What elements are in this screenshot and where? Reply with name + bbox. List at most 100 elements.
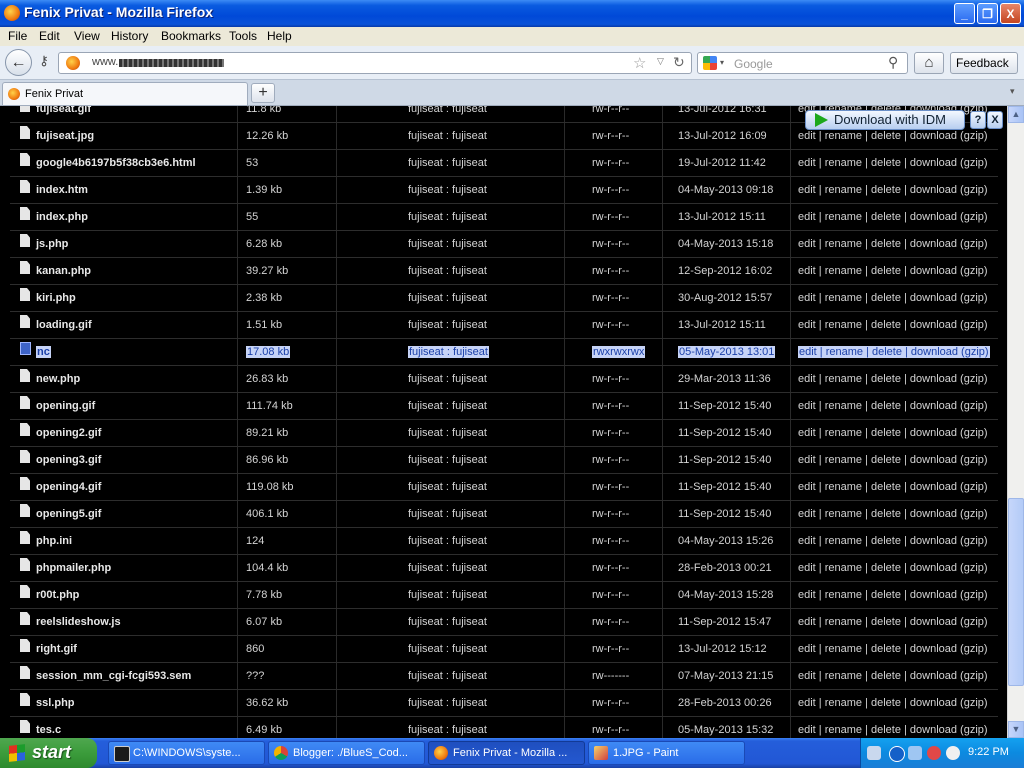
vertical-scrollbar[interactable]: ▲ ▼ [1007, 106, 1024, 738]
search-engine-dropdown-icon[interactable]: ▾ [720, 58, 724, 67]
file-name-link[interactable]: opening4.gif [36, 481, 101, 493]
search-placeholder[interactable]: Google [734, 57, 773, 71]
menu-file[interactable]: File [8, 29, 27, 43]
close-button[interactable]: X [1000, 3, 1021, 24]
file-name-link[interactable]: opening2.gif [36, 427, 101, 439]
download-with-idm-button[interactable]: Download with IDM [805, 110, 965, 130]
file-actions-links[interactable]: edit | rename | delete | download (gzip) [798, 454, 988, 466]
file-name-link[interactable]: index.htm [36, 184, 88, 196]
file-name-link[interactable]: right.gif [36, 643, 77, 655]
table-row[interactable]: r00t.php 7.78 kb fujiseat : fujiseat rw-r--… [10, 582, 998, 609]
file-name-link[interactable]: fujiseat.gif [36, 106, 91, 115]
file-permissions-link[interactable]: rw------- [592, 670, 629, 682]
file-permissions-link[interactable]: rw-r--r-- [592, 643, 629, 655]
new-tab-button[interactable]: + [251, 83, 275, 103]
menu-tools[interactable]: Tools [229, 29, 257, 43]
file-name-link[interactable]: new.php [36, 373, 80, 385]
scrollbar-thumb[interactable] [1008, 498, 1024, 686]
table-row[interactable]: loading.gif 1.51 kb fujiseat : fujiseat rw-… [10, 312, 998, 339]
file-permissions-link[interactable]: rwxrwxrwx [592, 346, 646, 358]
maximize-button[interactable]: ❐ [977, 3, 998, 24]
file-actions-links[interactable]: edit | rename | delete | download (gzip) [798, 670, 988, 682]
file-actions-links[interactable]: edit | rename | delete | download (gzip) [798, 292, 988, 304]
file-permissions-link[interactable]: rw-r--r-- [592, 562, 629, 574]
start-button[interactable]: start [0, 738, 97, 768]
file-name-link[interactable]: ssl.php [36, 697, 75, 709]
menu-bookmarks[interactable]: Bookmarks [161, 29, 221, 43]
file-name-link[interactable]: js.php [36, 238, 68, 250]
table-row[interactable]: tes.c 6.49 kb fujiseat : fujiseat rw-r--r--… [10, 717, 998, 738]
file-actions-links[interactable]: edit | rename | delete | download (gzip) [798, 616, 988, 628]
monitor-icon[interactable] [908, 746, 922, 760]
antivirus-icon[interactable] [927, 746, 941, 760]
file-actions-links[interactable]: edit | rename | delete | download (gzip) [798, 562, 988, 574]
file-name-link[interactable]: php.ini [36, 535, 72, 547]
scroll-down-arrow-icon[interactable]: ▼ [1008, 721, 1024, 738]
table-row[interactable]: google4b6197b5f38cb3e6.html 53 fujiseat : … [10, 150, 998, 177]
minimize-button[interactable]: _ [954, 3, 975, 24]
file-name-link[interactable]: google4b6197b5f38cb3e6.html [36, 157, 196, 169]
reload-icon[interactable]: ↻ [673, 54, 685, 71]
table-row[interactable]: opening4.gif 119.08 kb fujiseat : fujiseat… [10, 474, 998, 501]
file-permissions-link[interactable]: rw-r--r-- [592, 697, 629, 709]
table-row[interactable]: phpmailer.php 104.4 kb fujiseat : fujiseat… [10, 555, 998, 582]
file-actions-links[interactable]: edit | rename | delete | download (gzip) [798, 319, 988, 331]
file-name-link[interactable]: kanan.php [36, 265, 91, 277]
file-actions-links[interactable]: edit | rename | delete | download (gzip) [798, 427, 988, 439]
url-history-dropdown-icon[interactable]: ▽ [657, 56, 664, 67]
table-row[interactable]: kanan.php 39.27 kb fujiseat : fujiseat rw-r… [10, 258, 998, 285]
file-name-link[interactable]: tes.c [36, 724, 61, 736]
file-name-link[interactable]: opening.gif [36, 400, 95, 412]
tab-fenix-privat[interactable]: Fenix Privat [2, 82, 248, 105]
file-actions-links[interactable]: edit | rename | delete | download (gzip) [798, 481, 988, 493]
usb-icon[interactable] [867, 746, 881, 760]
google-icon[interactable] [703, 56, 717, 70]
file-actions-links[interactable]: edit | rename | delete | download (gzip) [798, 400, 988, 412]
file-permissions-link[interactable]: rw-r--r-- [592, 211, 629, 223]
table-row[interactable]: reelslideshow.js 6.07 kb fujiseat : fujise… [10, 609, 998, 636]
file-actions-links[interactable]: edit | rename | delete | download (gzip) [798, 346, 990, 358]
file-permissions-link[interactable]: rw-r--r-- [592, 265, 629, 277]
table-row[interactable]: session_mm_cgi-fcgi593.sem??? fujiseat : … [10, 663, 998, 690]
list-all-tabs-icon[interactable]: ▾ [1010, 86, 1015, 97]
table-row[interactable]: php.ini 124 fujiseat : fujiseat rw-r--r-- 04… [10, 528, 998, 555]
menu-history[interactable]: History [111, 29, 148, 43]
table-row[interactable]: js.php 6.28 kb fujiseat : fujiseat rw-r--r-… [10, 231, 998, 258]
table-row[interactable]: opening.gif 111.74 kb fujiseat : fujiseat r… [10, 393, 998, 420]
file-permissions-link[interactable]: rw-r--r-- [592, 589, 629, 601]
taskbar-button-blogger[interactable]: Blogger: ./BlueS_Cod... [268, 741, 425, 765]
file-permissions-link[interactable]: rw-r--r-- [592, 157, 629, 169]
file-name-link[interactable]: opening5.gif [36, 508, 101, 520]
idm-help-button[interactable]: ? [970, 111, 986, 129]
taskbar-button-firefox[interactable]: Fenix Privat - Mozilla ... [428, 741, 585, 765]
table-row[interactable]: right.gif 860 fujiseat : fujiseat rw-r--r--… [10, 636, 998, 663]
menu-edit[interactable]: Edit [39, 29, 60, 43]
file-permissions-link[interactable]: rw-r--r-- [592, 427, 629, 439]
file-actions-links[interactable]: edit | rename | delete | download (gzip) [798, 238, 988, 250]
file-permissions-link[interactable]: rw-r--r-- [592, 454, 629, 466]
file-permissions-link[interactable]: rw-r--r-- [592, 238, 629, 250]
file-actions-links[interactable]: edit | rename | delete | download (gzip) [798, 643, 988, 655]
file-permissions-link[interactable]: rw-r--r-- [592, 373, 629, 385]
file-name-link[interactable]: kiri.php [36, 292, 76, 304]
file-permissions-link[interactable]: rw-r--r-- [592, 481, 629, 493]
table-row[interactable]: new.php 26.83 kb fujiseat : fujiseat rw-r--… [10, 366, 998, 393]
table-row[interactable]: opening3.gif 86.96 kb fujiseat : fujiseat r… [10, 447, 998, 474]
file-name-link[interactable]: nc [36, 346, 51, 358]
table-row[interactable]: index.htm 1.39 kb fujiseat : fujiseat rw-r-… [10, 177, 998, 204]
file-name-link[interactable]: fujiseat.jpg [36, 130, 94, 142]
table-row[interactable]: opening5.gif 406.1 kb fujiseat : fujiseat r… [10, 501, 998, 528]
file-actions-links[interactable]: edit | rename | delete | download (gzip) [798, 211, 988, 223]
file-permissions-link[interactable]: rw-r--r-- [592, 724, 629, 736]
table-row[interactable]: kiri.php 2.38 kb fujiseat : fujiseat rw-r--… [10, 285, 998, 312]
file-permissions-link[interactable]: rw-r--r-- [592, 508, 629, 520]
file-name-link[interactable]: r00t.php [36, 589, 79, 601]
file-name-link[interactable]: opening3.gif [36, 454, 101, 466]
menu-help[interactable]: Help [267, 29, 292, 43]
file-actions-links[interactable]: edit | rename | delete | download (gzip) [798, 535, 988, 547]
speaker-icon[interactable] [946, 746, 960, 760]
taskbar-button-paint[interactable]: 1.JPG - Paint [588, 741, 745, 765]
scroll-up-arrow-icon[interactable]: ▲ [1008, 106, 1024, 123]
search-icon[interactable]: ⚲ [888, 54, 898, 71]
file-permissions-link[interactable]: rw-r--r-- [592, 535, 629, 547]
